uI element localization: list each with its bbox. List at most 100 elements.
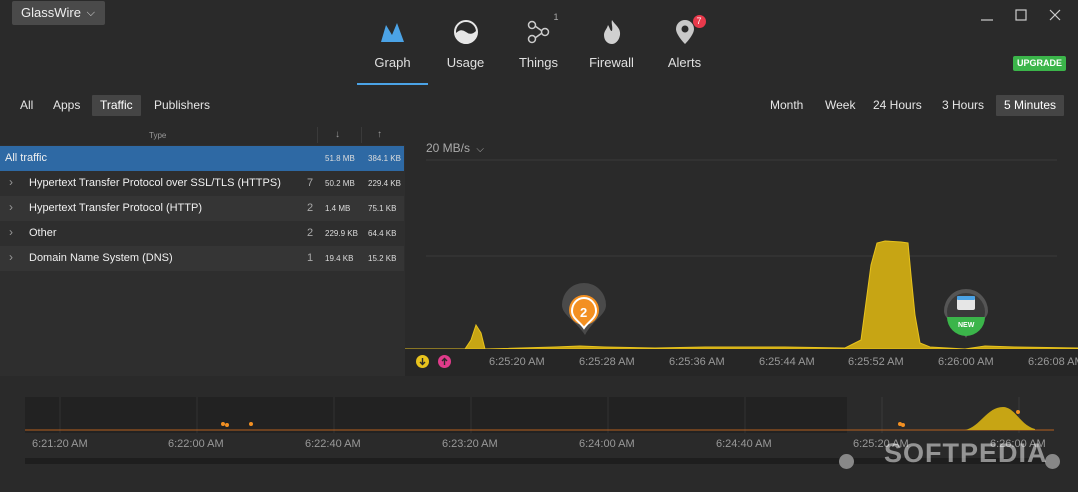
tab-usage[interactable]: Usage bbox=[430, 18, 501, 85]
minimize-icon bbox=[981, 19, 993, 21]
column-download[interactable]: ↓ bbox=[335, 129, 340, 140]
column-separator bbox=[317, 127, 318, 143]
traffic-graph: 20 MB/s ⌵ 2 NEW 6:25:20 AM 6:25:28 AM 6:… bbox=[405, 125, 1078, 376]
traffic-table: Type ↓ ↑ All traffic 51.8 MB 384.1 KB › … bbox=[0, 125, 405, 376]
timeline-label: 6:22:40 AM bbox=[305, 438, 361, 450]
timeline-label: 6:24:40 AM bbox=[716, 438, 772, 450]
range-5-minutes[interactable]: 5 Minutes bbox=[996, 95, 1065, 116]
time-label: 6:25:52 AM bbox=[848, 356, 904, 368]
main-nav: Graph Usage 1 Things Firewall 7 Alerts bbox=[357, 12, 720, 85]
table-row[interactable]: › Other 2 229.9 KB 64.4 KB bbox=[0, 221, 404, 246]
chevron-right-icon[interactable]: › bbox=[9, 225, 13, 239]
timeline-event-dot[interactable] bbox=[249, 422, 253, 426]
row-upload: 64.4 KB bbox=[368, 229, 397, 238]
timeline-event-dot[interactable] bbox=[225, 423, 229, 427]
softpedia-watermark: SOFTPEDIA bbox=[884, 438, 1048, 468]
row-upload: 384.1 KB bbox=[368, 154, 401, 163]
upload-legend-icon[interactable] bbox=[438, 355, 451, 368]
timeline-event-dot[interactable] bbox=[221, 422, 225, 426]
minimize-button[interactable] bbox=[970, 4, 1004, 26]
app-menu-label: GlassWire bbox=[21, 5, 81, 20]
tab-things[interactable]: 1 Things bbox=[503, 12, 574, 85]
timeline-event-dot[interactable] bbox=[1016, 410, 1020, 414]
row-upload: 229.4 KB bbox=[368, 179, 401, 188]
row-download: 19.4 KB bbox=[325, 254, 354, 263]
timeline-plot bbox=[25, 397, 1054, 433]
tab-graph-label: Graph bbox=[374, 55, 411, 70]
firewall-icon bbox=[598, 18, 626, 46]
alerts-badge: 7 bbox=[692, 15, 706, 28]
filter-row: All Apps Traffic Publishers Month Week 2… bbox=[0, 86, 1078, 124]
timeline-event-dot[interactable] bbox=[901, 423, 905, 427]
things-icon: 1 bbox=[525, 12, 559, 46]
new-badge: NEW bbox=[958, 322, 975, 329]
chevron-right-icon[interactable]: › bbox=[9, 175, 13, 189]
row-download: 50.2 MB bbox=[325, 179, 355, 188]
row-download: 1.4 MB bbox=[325, 204, 351, 213]
filter-publishers[interactable]: Publishers bbox=[146, 95, 218, 116]
maximize-button[interactable] bbox=[1004, 4, 1038, 26]
tab-alerts[interactable]: 7 Alerts bbox=[649, 15, 720, 85]
row-upload: 75.1 KB bbox=[368, 204, 397, 213]
row-count: 2 bbox=[307, 202, 314, 214]
download-legend-icon[interactable] bbox=[416, 355, 429, 368]
time-label: 6:25:44 AM bbox=[759, 356, 815, 368]
range-3-hours[interactable]: 3 Hours bbox=[934, 95, 992, 116]
range-week[interactable]: Week bbox=[817, 95, 863, 116]
tab-alerts-label: Alerts bbox=[667, 55, 702, 70]
overview-timeline[interactable] bbox=[25, 397, 1054, 433]
table-row-all-traffic[interactable]: All traffic 51.8 MB 384.1 KB bbox=[0, 146, 404, 171]
row-name: Hypertext Transfer Protocol (HTTP) bbox=[29, 202, 202, 214]
usage-icon bbox=[452, 18, 480, 46]
row-name: Hypertext Transfer Protocol over SSL/TLS… bbox=[29, 177, 281, 189]
timeline-label: 6:21:20 AM bbox=[32, 438, 88, 450]
filter-traffic[interactable]: Traffic bbox=[92, 95, 141, 116]
close-button[interactable] bbox=[1038, 4, 1072, 26]
things-count: 1 bbox=[553, 12, 559, 22]
new-app-marker[interactable]: NEW bbox=[944, 289, 988, 338]
app-menu-button[interactable]: GlassWire ⌵ bbox=[12, 1, 105, 25]
tab-firewall[interactable]: Firewall bbox=[576, 18, 647, 85]
row-name: Domain Name System (DNS) bbox=[29, 252, 173, 264]
row-count: 2 bbox=[307, 227, 314, 239]
row-name: Other bbox=[29, 227, 57, 239]
timeline-panel: 6:21:20 AM 6:22:00 AM 6:22:40 AM 6:23:20… bbox=[0, 376, 1078, 492]
time-label: 6:26:00 AM bbox=[938, 356, 994, 368]
maximize-icon bbox=[1015, 9, 1027, 21]
time-label: 6:26:08 AM bbox=[1028, 356, 1078, 368]
graph-plot: 2 NEW bbox=[405, 159, 1078, 349]
row-count: 1 bbox=[307, 252, 314, 264]
row-upload: 15.2 KB bbox=[368, 254, 397, 263]
table-header: Type ↓ ↑ bbox=[0, 125, 405, 145]
event-marker[interactable]: 2 bbox=[562, 283, 606, 335]
window-controls bbox=[970, 4, 1072, 26]
graph-icon bbox=[379, 18, 407, 46]
tab-graph[interactable]: Graph bbox=[357, 18, 428, 85]
top-bar: GlassWire ⌵ Graph Usage 1 Things Firewal… bbox=[0, 0, 1078, 86]
row-download: 51.8 MB bbox=[325, 154, 355, 163]
time-label: 6:25:20 AM bbox=[489, 356, 545, 368]
alerts-icon: 7 bbox=[671, 15, 706, 46]
table-row[interactable]: › Hypertext Transfer Protocol (HTTP) 2 1… bbox=[0, 196, 404, 221]
chevron-down-icon: ⌵ bbox=[86, 7, 95, 19]
time-label: 6:25:28 AM bbox=[579, 356, 635, 368]
chevron-right-icon[interactable]: › bbox=[9, 250, 13, 264]
filter-apps[interactable]: Apps bbox=[45, 95, 88, 116]
row-download: 229.9 KB bbox=[325, 229, 358, 238]
filter-all[interactable]: All bbox=[12, 95, 41, 116]
marker-count: 2 bbox=[580, 305, 587, 320]
column-separator bbox=[361, 127, 362, 143]
time-label: 6:25:36 AM bbox=[669, 356, 725, 368]
column-upload[interactable]: ↑ bbox=[377, 129, 382, 140]
table-row[interactable]: › Hypertext Transfer Protocol over SSL/T… bbox=[0, 171, 404, 196]
table-row[interactable]: › Domain Name System (DNS) 1 19.4 KB 15.… bbox=[0, 246, 404, 271]
tab-things-label: Things bbox=[518, 55, 559, 70]
chevron-right-icon[interactable]: › bbox=[9, 200, 13, 214]
row-count: 7 bbox=[307, 177, 314, 189]
range-month[interactable]: Month bbox=[762, 95, 811, 116]
tab-firewall-label: Firewall bbox=[589, 55, 634, 70]
column-type[interactable]: Type bbox=[149, 131, 166, 140]
timeline-left-handle[interactable] bbox=[839, 454, 854, 469]
upgrade-button[interactable]: UPGRADE bbox=[1013, 56, 1066, 71]
range-24-hours[interactable]: 24 Hours bbox=[865, 95, 930, 116]
